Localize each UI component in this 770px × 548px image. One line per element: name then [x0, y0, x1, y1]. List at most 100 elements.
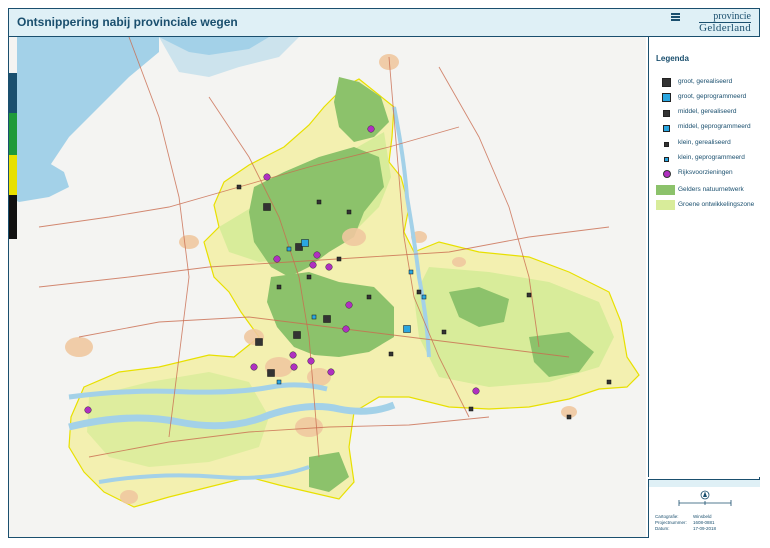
passage-realised-marker [323, 315, 331, 323]
legend-label: klein, geprogrammeerd [678, 154, 745, 161]
legend-label: Gelders natuurnetwerk [678, 186, 744, 193]
map-canvas[interactable] [9, 37, 646, 537]
scale-bar [678, 490, 732, 506]
scale-box-header [649, 480, 760, 487]
passage-realised-marker [293, 331, 301, 339]
legend-item: groot, gerealiseerd [655, 77, 759, 89]
passage-programmed-marker [403, 325, 411, 333]
passage-realised-marker [441, 329, 447, 335]
passage-realised-marker [306, 274, 312, 280]
rijksvoorziening-marker [309, 261, 317, 269]
urban-area [307, 368, 331, 386]
legend-item: Rijksvoorzieningen [655, 168, 759, 180]
meta-key: Projectnummer: [655, 520, 687, 525]
legend-item: groot, geprogrammeerd [655, 92, 759, 104]
legend-item: middel, geprogrammeerd [655, 122, 759, 134]
lightgreen-fill-icon [656, 200, 675, 210]
rijksvoorziening-marker [250, 363, 258, 371]
urban-area [65, 337, 93, 357]
small-black-square-icon [664, 142, 669, 147]
rijksvoorziening-marker [472, 387, 480, 395]
passage-realised-marker [255, 338, 263, 346]
page-title: Ontsnippering nabij provinciale wegen [17, 15, 238, 29]
legend-label: groot, gerealiseerd [678, 78, 733, 85]
legend-label: middel, geprogrammeerd [678, 123, 751, 130]
legend-label: middel, gerealiseerd [678, 108, 737, 115]
rijksvoorziening-marker [367, 125, 375, 133]
urban-area [452, 257, 466, 267]
passage-realised-marker [267, 369, 275, 377]
map-frame: Ontsnippering nabij provinciale wegen pr… [8, 8, 760, 538]
legend-item: middel, gerealiseerd [655, 107, 759, 119]
passage-realised-marker [566, 414, 572, 420]
map-graphic [9, 37, 640, 508]
meta-value: Winsbeld [693, 514, 712, 519]
legend-title: Legenda [656, 54, 689, 63]
medium-blue-square-icon [663, 125, 670, 132]
rijksvoorziening-marker [290, 363, 298, 371]
legend-item: klein, gerealiseerd [655, 138, 759, 150]
side-bar-segment [9, 195, 17, 239]
urban-area [179, 235, 199, 249]
passage-programmed-marker [276, 379, 282, 385]
rijksvoorziening-marker [327, 368, 335, 376]
meta-value: 17-09-2018 [693, 526, 717, 531]
urban-area [342, 228, 366, 246]
passage-realised-marker [606, 379, 612, 385]
passage-realised-marker [366, 294, 372, 300]
passage-programmed-marker [311, 314, 317, 320]
legend-item: klein, geprogrammeerd [655, 153, 759, 165]
legend-label: Groene ontwikkelingszone [678, 201, 755, 208]
legend-item: Groene ontwikkelingszone [655, 200, 759, 212]
urban-area [295, 417, 323, 437]
large-blue-square-icon [662, 93, 671, 102]
scale-meta-box: Cartografie: Winsbeld Projectnummer: 1608-0… [648, 479, 760, 538]
legend-item: Gelders natuurnetwerk [655, 185, 759, 197]
medium-black-square-icon [663, 110, 670, 117]
rijksvoorziening-marker [307, 357, 315, 365]
passage-realised-marker [263, 203, 271, 211]
passage-realised-marker [276, 284, 282, 290]
legend-label: klein, gerealiseerd [678, 139, 731, 146]
rijksvoorziening-marker [313, 251, 321, 259]
meta-row: Projectnummer: 1608-0881 [655, 520, 715, 525]
large-black-square-icon [662, 78, 671, 87]
rijksvoorziening-marker [273, 255, 281, 263]
meta-key: Datum: [655, 526, 670, 531]
legend-label: Rijksvoorzieningen [678, 169, 733, 176]
passage-realised-marker [316, 199, 322, 205]
passage-programmed-marker [421, 294, 427, 300]
passage-realised-marker [336, 256, 342, 262]
passage-realised-marker [346, 209, 352, 215]
meta-value: 1608-0881 [693, 520, 715, 525]
randmeren-water [9, 152, 69, 202]
side-bar-segment [9, 155, 17, 195]
passage-realised-marker [526, 292, 532, 298]
rijksvoorziening-marker [263, 173, 271, 181]
passage-programmed-marker [408, 269, 414, 275]
rijksvoorziening-marker [84, 406, 92, 414]
passage-realised-marker [388, 351, 394, 357]
purple-circle-icon [663, 170, 671, 178]
meta-key: Cartografie: [655, 514, 679, 519]
passage-realised-marker [468, 406, 474, 412]
rijksvoorziening-marker [325, 263, 333, 271]
passage-realised-marker [236, 184, 242, 190]
passage-realised-marker [416, 289, 422, 295]
small-blue-square-icon [664, 157, 669, 162]
side-bar-segment [9, 73, 17, 113]
passage-programmed-marker [301, 239, 309, 247]
rijksvoorziening-marker [345, 301, 353, 309]
province-logo: provincie Gelderland [671, 11, 751, 34]
side-bar-segment [9, 113, 17, 155]
green-fill-icon [656, 185, 675, 195]
logo-text-bottom: Gelderland [699, 22, 751, 34]
rijksvoorziening-marker [342, 325, 350, 333]
urban-area [120, 490, 138, 504]
passage-programmed-marker [286, 246, 292, 252]
logo-bars-icon [671, 13, 680, 22]
rijksvoorziening-marker [289, 351, 297, 359]
meta-row: Cartografie: Winsbeld [655, 514, 712, 519]
meta-row: Datum: 17-09-2018 [655, 526, 716, 531]
header-bar: Ontsnippering nabij provinciale wegen pr… [9, 9, 759, 37]
